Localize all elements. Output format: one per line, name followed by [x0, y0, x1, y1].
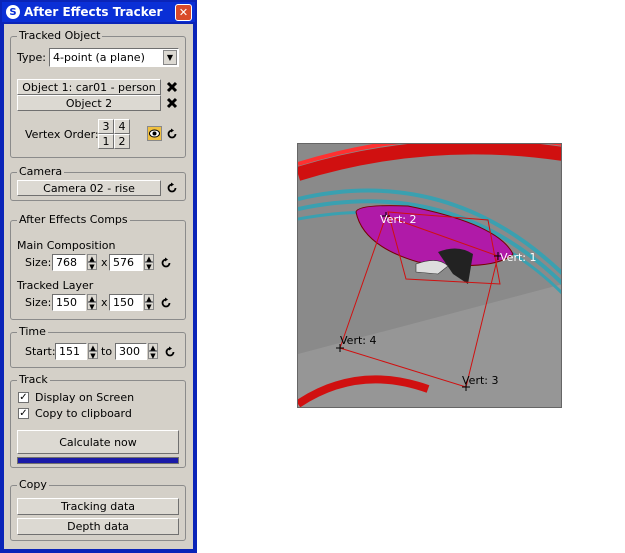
spinner[interactable]: ▲ ▼ — [144, 254, 154, 271]
vert-label: Vert: 4 — [340, 334, 377, 347]
layer-height-field[interactable]: 150 — [109, 294, 143, 311]
start-field[interactable]: 151 — [55, 343, 87, 360]
end-field[interactable]: 300 — [115, 343, 147, 360]
vert-label: Vert: 1 — [500, 251, 537, 264]
dialog-client: Tracked Object Type: 4-point (a plane) ▼… — [4, 24, 193, 549]
tracked-object-group: Tracked Object Type: 4-point (a plane) ▼… — [10, 29, 186, 158]
group-legend: After Effects Comps — [17, 213, 130, 226]
tracked-layer-label: Tracked Layer — [17, 279, 94, 292]
group-legend: Time — [17, 325, 48, 338]
tracking-data-button[interactable]: Tracking data — [17, 498, 179, 515]
tracker-window: S After Effects Tracker ✕ Tracked Object… — [0, 0, 197, 553]
camera-button[interactable]: Camera 02 - rise — [17, 180, 161, 196]
object1-button[interactable]: Object 1: car01 - person — [17, 79, 161, 95]
spinner[interactable]: ▲ ▼ — [87, 294, 97, 311]
progress-fill — [18, 458, 178, 463]
reset-arrow-icon[interactable] — [158, 295, 173, 310]
group-legend: Camera — [17, 165, 65, 178]
vert-label: Vert: 2 — [380, 213, 417, 226]
reset-arrow-icon[interactable] — [162, 344, 177, 359]
main-height-field[interactable]: 576 — [109, 254, 143, 271]
close-button[interactable]: ✕ — [175, 3, 192, 21]
delete-x-icon[interactable] — [164, 79, 179, 95]
track-group: Track ✓ Display on Screen ✓ Copy to clip… — [10, 373, 186, 468]
window-title: After Effects Tracker — [24, 5, 163, 19]
reset-arrow-icon[interactable] — [164, 126, 179, 141]
layer-size-label: Size: — [25, 296, 52, 309]
spinner[interactable]: ▲ ▼ — [88, 343, 98, 360]
ae-comps-group: After Effects Comps Main Composition Siz… — [10, 213, 186, 320]
type-label: Type: — [17, 51, 46, 64]
start-label: Start: — [25, 345, 56, 358]
vert-label: Vert: 3 — [462, 374, 499, 387]
app-icon[interactable]: S — [6, 5, 20, 19]
times-label: x — [101, 256, 108, 269]
chevron-down-icon[interactable]: ▼ — [163, 50, 177, 65]
layer-width-field[interactable]: 150 — [52, 294, 86, 311]
group-legend: Track — [17, 373, 50, 386]
depth-data-button[interactable]: Depth data — [17, 518, 179, 535]
main-size-label: Size: — [25, 256, 52, 269]
camera-group: Camera Camera 02 - rise — [10, 165, 186, 201]
vertex-cell[interactable]: 4 — [114, 119, 130, 134]
type-value: 4-point (a plane) — [53, 51, 145, 64]
title-bar[interactable]: S After Effects Tracker ✕ — [2, 2, 195, 22]
eye-icon[interactable] — [147, 126, 162, 141]
object2-button[interactable]: Object 2 — [17, 95, 161, 111]
times-label: x — [101, 296, 108, 309]
group-legend: Tracked Object — [17, 29, 103, 42]
copy-group: Copy Tracking data Depth data — [10, 478, 186, 541]
to-label: to — [101, 345, 113, 358]
display-on-screen-checkbox[interactable]: ✓ — [18, 392, 29, 403]
reset-arrow-icon[interactable] — [158, 255, 173, 270]
viewport[interactable]: Vert: 2 Vert: 1 Vert: 4 Vert: 3 — [297, 143, 562, 408]
reset-arrow-icon[interactable] — [164, 180, 179, 196]
calculate-now-button[interactable]: Calculate now — [17, 430, 179, 454]
spinner[interactable]: ▲ ▼ — [87, 254, 97, 271]
vertex-cell[interactable]: 2 — [114, 134, 130, 149]
main-width-field[interactable]: 768 — [52, 254, 86, 271]
copy-to-clipboard-checkbox[interactable]: ✓ — [18, 408, 29, 419]
group-legend: Copy — [17, 478, 49, 491]
vertex-order-label: Vertex Order: — [25, 128, 99, 141]
progress-bar — [17, 457, 179, 464]
vertex-cell[interactable]: 3 — [98, 119, 114, 134]
delete-x-icon[interactable] — [164, 95, 179, 111]
main-composition-label: Main Composition — [17, 239, 116, 252]
spinner[interactable]: ▲ ▼ — [144, 294, 154, 311]
time-group: Time Start: 151 ▲ ▼ to 300 ▲ ▼ — [10, 325, 186, 368]
type-dropdown[interactable]: 4-point (a plane) ▼ — [49, 48, 179, 67]
viewport-scene — [298, 144, 561, 407]
display-on-screen-label: Display on Screen — [35, 391, 135, 404]
spinner[interactable]: ▲ ▼ — [148, 343, 158, 360]
vertex-cell[interactable]: 1 — [98, 134, 114, 149]
copy-to-clipboard-label: Copy to clipboard — [35, 407, 132, 420]
